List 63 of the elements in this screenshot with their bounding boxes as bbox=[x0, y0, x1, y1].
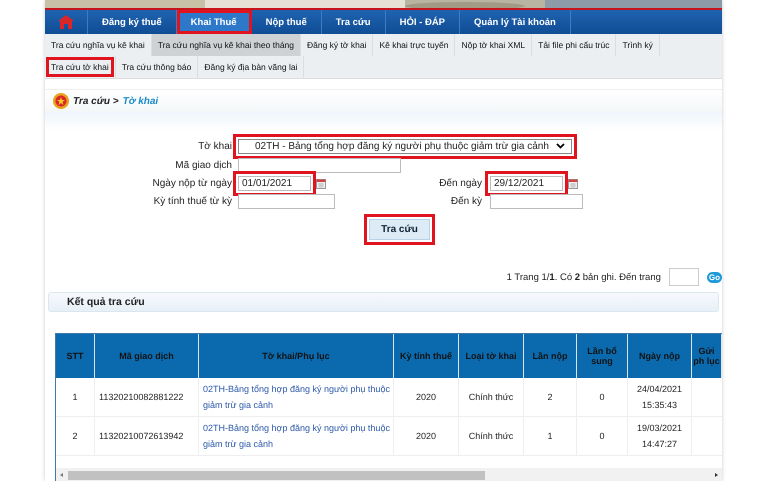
breadcrumb-link[interactable]: Tờ khai bbox=[122, 96, 158, 106]
table-cell: 2020 bbox=[394, 417, 459, 455]
column-header: Kỳ tính thuế bbox=[394, 334, 459, 378]
column-header: STT bbox=[56, 334, 95, 378]
table-cell: 0 bbox=[577, 378, 628, 416]
submenu-tab[interactable]: Kê khai trực tuyến bbox=[373, 34, 456, 56]
table-cell: 2 bbox=[524, 378, 577, 416]
table-cell: 1 bbox=[56, 378, 95, 416]
submenu-tab[interactable]: Trình ký bbox=[616, 34, 660, 56]
table-cell: 2 bbox=[56, 417, 95, 455]
calendar-icon[interactable] bbox=[568, 178, 578, 188]
submenu-tab[interactable]: Đăng ký tờ khai bbox=[301, 34, 374, 56]
emblem-icon bbox=[53, 93, 69, 109]
date-field[interactable]: 01/01/2021 bbox=[238, 176, 311, 191]
declaration-link[interactable]: 02TH-Bảng tổng hợp đăng ký người phụ thuộc giảm trừ gia cảnh bbox=[203, 381, 393, 413]
declaration-select[interactable]: 02TH - Bảng tổng hợp đăng ký người phụ thuộc giảm trừ gia cảnh bbox=[238, 138, 572, 154]
column-header: Gửi ph lục bbox=[692, 334, 722, 378]
submenu-tab[interactable]: Tra cứu thông báo bbox=[116, 56, 198, 78]
left-arrow-icon[interactable] bbox=[59, 472, 65, 478]
input-field[interactable] bbox=[238, 158, 401, 173]
horizontal-scrollbar[interactable] bbox=[56, 468, 722, 481]
field-label: Ngày nộp từ ngày bbox=[151, 178, 233, 189]
submenu-tab[interactable]: Tra cứu nghĩa vụ kê khai theo tháng bbox=[152, 34, 301, 56]
date-field[interactable]: 29/12/2021 bbox=[490, 176, 563, 191]
column-header: Lần bổ sung bbox=[577, 334, 628, 378]
table-cell: 2020 bbox=[394, 378, 459, 416]
table-cell: Chính thức bbox=[459, 378, 524, 416]
table-cell: Chính thức bbox=[459, 417, 524, 455]
pagination-text: 1 Trang 1/1. Có 2 bản ghi. Đến trang bbox=[506, 272, 661, 282]
submenu-tab[interactable]: Đăng ký địa bàn vãng lai bbox=[198, 56, 304, 78]
field-label: Đến ngày bbox=[438, 178, 483, 189]
column-header: Ngày nộp bbox=[628, 334, 692, 378]
submenu-tab[interactable]: Nộp tờ khai XML bbox=[455, 34, 532, 56]
column-header: Tờ khai/Phụ lục bbox=[199, 334, 394, 378]
field-label: Mã giao dịch bbox=[174, 160, 233, 171]
table-cell: 11320210082881222 bbox=[95, 378, 199, 416]
calendar-icon[interactable] bbox=[316, 178, 326, 188]
right-arrow-icon[interactable] bbox=[713, 472, 719, 478]
section-title: Kết quả tra cứu bbox=[67, 296, 145, 308]
table-cell: 0 bbox=[577, 417, 628, 455]
submenu-tab[interactable]: Tra cứu tờ khai bbox=[45, 56, 116, 78]
table-cell-text: 14:47:27 bbox=[642, 438, 678, 451]
page-input[interactable] bbox=[668, 268, 699, 286]
breadcrumb-text: Tra cứu > bbox=[73, 96, 119, 106]
table-cell: 11320210072613942 bbox=[95, 417, 199, 455]
home-icon bbox=[58, 15, 74, 29]
table-cell-text: 15:35:43 bbox=[642, 399, 678, 412]
table-cell-text: 24/04/2021 bbox=[636, 383, 682, 396]
declaration-link[interactable]: 02TH-Bảng tổng hợp đăng ký người phụ thuộc giảm trừ gia cảnh bbox=[203, 420, 393, 452]
input-field[interactable] bbox=[238, 194, 335, 209]
table-cell-text: 19/03/2021 bbox=[636, 422, 682, 435]
table-cell: 1 bbox=[524, 417, 577, 455]
field-label: Tờ khai bbox=[197, 140, 233, 152]
column-header: Mã giao dịch bbox=[95, 334, 199, 378]
submenu-tab[interactable]: Tải file phi cấu trúc bbox=[532, 34, 616, 56]
column-header: Lần nộp bbox=[524, 334, 577, 378]
field-label: Đến kỳ bbox=[450, 196, 483, 207]
search-button[interactable]: Tra cứu bbox=[369, 219, 430, 240]
chevron-down-icon bbox=[556, 143, 565, 149]
input-field[interactable] bbox=[490, 194, 583, 209]
column-header: Loại tờ khai bbox=[459, 334, 524, 378]
nav-tab[interactable]: Khai Thuế bbox=[176, 10, 252, 34]
field-label: Kỳ tính thuế từ kỳ bbox=[152, 196, 233, 207]
